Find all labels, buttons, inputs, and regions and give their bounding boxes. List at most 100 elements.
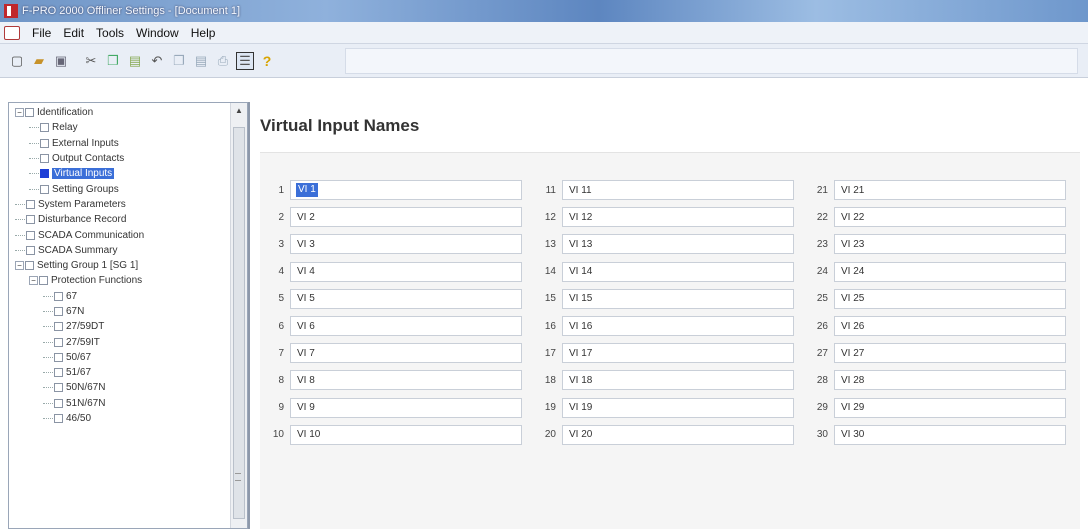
tree-item[interactable]: 46/50 [9, 411, 231, 426]
virtual-input-name-field[interactable] [290, 397, 522, 418]
cut-icon[interactable]: ✂ [82, 52, 100, 70]
tree-checkbox[interactable] [26, 199, 35, 209]
tree-item[interactable]: 67N [9, 304, 231, 319]
tree-item[interactable]: 27/59IT [9, 334, 231, 349]
tree-item[interactable]: Disturbance Record [9, 212, 231, 227]
tree-checkbox[interactable] [26, 245, 35, 255]
document-icon[interactable] [4, 25, 20, 40]
settings-view-icon[interactable]: ☰ [236, 51, 254, 70]
virtual-input-name-field[interactable] [562, 424, 794, 445]
tree-item[interactable]: System Parameters [9, 197, 231, 212]
menu-edit[interactable]: Edit [57, 26, 90, 40]
virtual-input-name-field[interactable] [834, 316, 1066, 336]
tree-expander-icon[interactable]: − [29, 276, 38, 286]
copy-alt-icon[interactable]: ❐ [170, 52, 188, 70]
virtual-input-name-field[interactable] [290, 261, 522, 282]
tree-item[interactable]: Relay [9, 120, 231, 135]
tree-checkbox[interactable] [40, 184, 49, 194]
virtual-input-name-field[interactable] [562, 316, 794, 336]
menu-window[interactable]: Window [130, 26, 185, 40]
virtual-input-name-field[interactable] [834, 343, 1066, 364]
tree-item[interactable]: Setting Groups [9, 181, 231, 196]
tree-checkbox[interactable] [40, 154, 49, 164]
tree-item[interactable]: 27/59DT [9, 319, 231, 334]
tree-item[interactable]: Virtual Inputs [9, 166, 231, 181]
virtual-input-name-field[interactable] [562, 261, 794, 282]
tree-expander-icon[interactable]: − [15, 108, 24, 118]
tree-item[interactable]: SCADA Summary [9, 243, 231, 258]
virtual-input-name-field[interactable] [834, 288, 1066, 309]
tree-item[interactable]: − Identification [9, 105, 231, 120]
tree-expander-icon[interactable]: − [15, 261, 24, 271]
tree-item[interactable]: 51/67 [9, 365, 231, 380]
tree-item-label: Output Contacts [52, 153, 125, 165]
virtual-input-name-field[interactable] [290, 424, 522, 445]
scrollbar-thumb[interactable] [233, 127, 245, 519]
menu-help[interactable]: Help [185, 26, 222, 40]
new-file-icon[interactable]: ▢ [8, 52, 26, 70]
tree-item[interactable]: Output Contacts [9, 151, 231, 166]
tree-item-label: 46/50 [66, 413, 92, 425]
tree-checkbox[interactable] [54, 322, 63, 332]
virtual-input-name-field[interactable] [290, 288, 522, 309]
tree-checkbox[interactable] [26, 230, 35, 240]
tree-checkbox[interactable] [54, 398, 63, 408]
virtual-input-name-field[interactable] [834, 397, 1066, 418]
tree-scrollbar[interactable]: ▲ [230, 103, 247, 528]
open-folder-icon[interactable]: ▰ [30, 52, 48, 70]
help-icon[interactable]: ? [258, 52, 276, 70]
virtual-input-name-field[interactable] [834, 261, 1066, 282]
virtual-input-name-field[interactable] [562, 207, 794, 228]
paste-icon[interactable]: ▤ [126, 52, 144, 70]
print-icon[interactable]: ⎙ [214, 52, 232, 70]
undo-icon[interactable]: ↶ [148, 52, 166, 70]
virtual-input-name-field[interactable] [834, 234, 1066, 255]
virtual-input-name-field[interactable] [562, 343, 794, 364]
virtual-input-name-field[interactable] [562, 397, 794, 418]
tree-checkbox[interactable] [39, 276, 48, 286]
virtual-input-name-field[interactable] [562, 370, 794, 391]
tree-item[interactable]: External Inputs [9, 136, 231, 151]
menu-tools[interactable]: Tools [90, 26, 130, 40]
scroll-up-icon[interactable]: ▲ [231, 103, 247, 119]
tree-item[interactable]: 51N/67N [9, 396, 231, 411]
virtual-input-name-field[interactable] [834, 424, 1066, 445]
tree-item[interactable]: SCADA Communication [9, 227, 231, 242]
virtual-input-name-field[interactable] [290, 316, 522, 336]
tree-checkbox[interactable] [54, 383, 63, 393]
tree-checkbox[interactable] [25, 261, 34, 271]
paste-alt-icon[interactable]: ▤ [192, 52, 210, 70]
tree-checkbox[interactable] [54, 337, 63, 347]
tree-item[interactable]: 50N/67N [9, 380, 231, 395]
input-number-label: 16 [544, 320, 556, 332]
tree-item[interactable]: 50/67 [9, 350, 231, 365]
tree-checkbox[interactable] [54, 368, 63, 378]
copy-icon[interactable]: ❐ [104, 52, 122, 70]
virtual-input-name-field[interactable] [290, 207, 522, 228]
virtual-input-name-field[interactable] [834, 207, 1066, 228]
menu-file[interactable]: File [26, 26, 57, 40]
tree-item-label: Protection Functions [51, 275, 143, 287]
virtual-input-name-field[interactable] [290, 180, 522, 200]
tree-checkbox[interactable] [54, 414, 63, 424]
tree-checkbox[interactable] [40, 123, 49, 133]
virtual-input-name-field[interactable] [834, 370, 1066, 391]
virtual-input-name-field[interactable] [290, 234, 522, 255]
tree-checkbox[interactable] [40, 138, 49, 148]
virtual-input-name-field[interactable] [290, 343, 522, 364]
save-icon[interactable]: ▣ [52, 52, 70, 70]
tree-checkbox[interactable] [54, 291, 63, 301]
tree-item[interactable]: − Setting Group 1 [SG 1] [9, 258, 231, 273]
tree-checkbox[interactable] [54, 352, 63, 362]
tree-checkbox[interactable] [40, 169, 49, 179]
virtual-input-name-field[interactable] [290, 370, 522, 391]
tree-checkbox[interactable] [54, 307, 63, 316]
virtual-input-name-field[interactable] [562, 234, 794, 255]
virtual-input-name-field[interactable] [562, 180, 794, 200]
tree-item[interactable]: − Protection Functions [9, 273, 231, 288]
tree-checkbox[interactable] [26, 215, 35, 225]
tree-checkbox[interactable] [25, 108, 34, 118]
virtual-input-name-field[interactable] [562, 288, 794, 309]
virtual-input-name-field[interactable] [834, 180, 1066, 200]
tree-item[interactable]: 67 [9, 289, 231, 304]
